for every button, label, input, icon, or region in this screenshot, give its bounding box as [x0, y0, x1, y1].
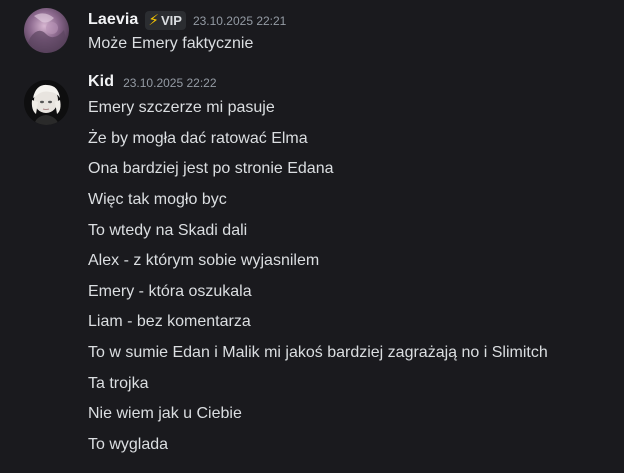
avatar[interactable]	[24, 80, 69, 125]
username[interactable]: Kid	[88, 73, 114, 91]
message-text: To wyglada	[88, 435, 169, 453]
message-text: Że by mogła dać ratować Elma	[88, 129, 308, 147]
message-text: Więc tak mogło byc	[88, 191, 227, 209]
message-group-kid: Kid 23.10.2025 22:22 Emery szczerze mi p…	[0, 71, 624, 460]
message-header: Laevia ⚡ VIP 23.10.2025 22:21	[88, 9, 616, 31]
avatar[interactable]	[24, 8, 69, 53]
username[interactable]: Laevia	[88, 11, 138, 29]
timestamp[interactable]: 23.10.2025 22:21	[193, 14, 286, 28]
message-text: Ona bardziej jest po stronie Edana	[88, 160, 334, 178]
vip-badge[interactable]: ⚡ VIP	[145, 10, 186, 30]
message-text: To w sumie Edan i Malik mi jakoś bardzie…	[88, 344, 548, 362]
message-text: Alex - z którym sobie wyjasnilem	[88, 252, 320, 270]
message-text: Emery szczerze mi pasuje	[88, 99, 275, 117]
message-header: Kid 23.10.2025 22:22	[88, 71, 616, 93]
message-text: Ta trojka	[88, 374, 149, 392]
message-group-laevia: Laevia ⚡ VIP 23.10.2025 22:21 Może Emery…	[0, 0, 624, 59]
message-text: Liam - bez komentarza	[88, 313, 251, 331]
avatar-image	[24, 80, 69, 125]
lightning-bolt-icon: ⚡	[148, 12, 159, 29]
message-text: To wtedy na Skadi dali	[88, 221, 248, 239]
message-text: Emery - która oszukala	[88, 282, 252, 300]
timestamp[interactable]: 23.10.2025 22:22	[123, 76, 216, 90]
message-text: Nie wiem jak u Ciebie	[88, 405, 242, 423]
message-text: Może Emery faktycznie	[88, 35, 254, 52]
badge-label: VIP	[160, 12, 182, 28]
avatar-image	[24, 8, 69, 53]
